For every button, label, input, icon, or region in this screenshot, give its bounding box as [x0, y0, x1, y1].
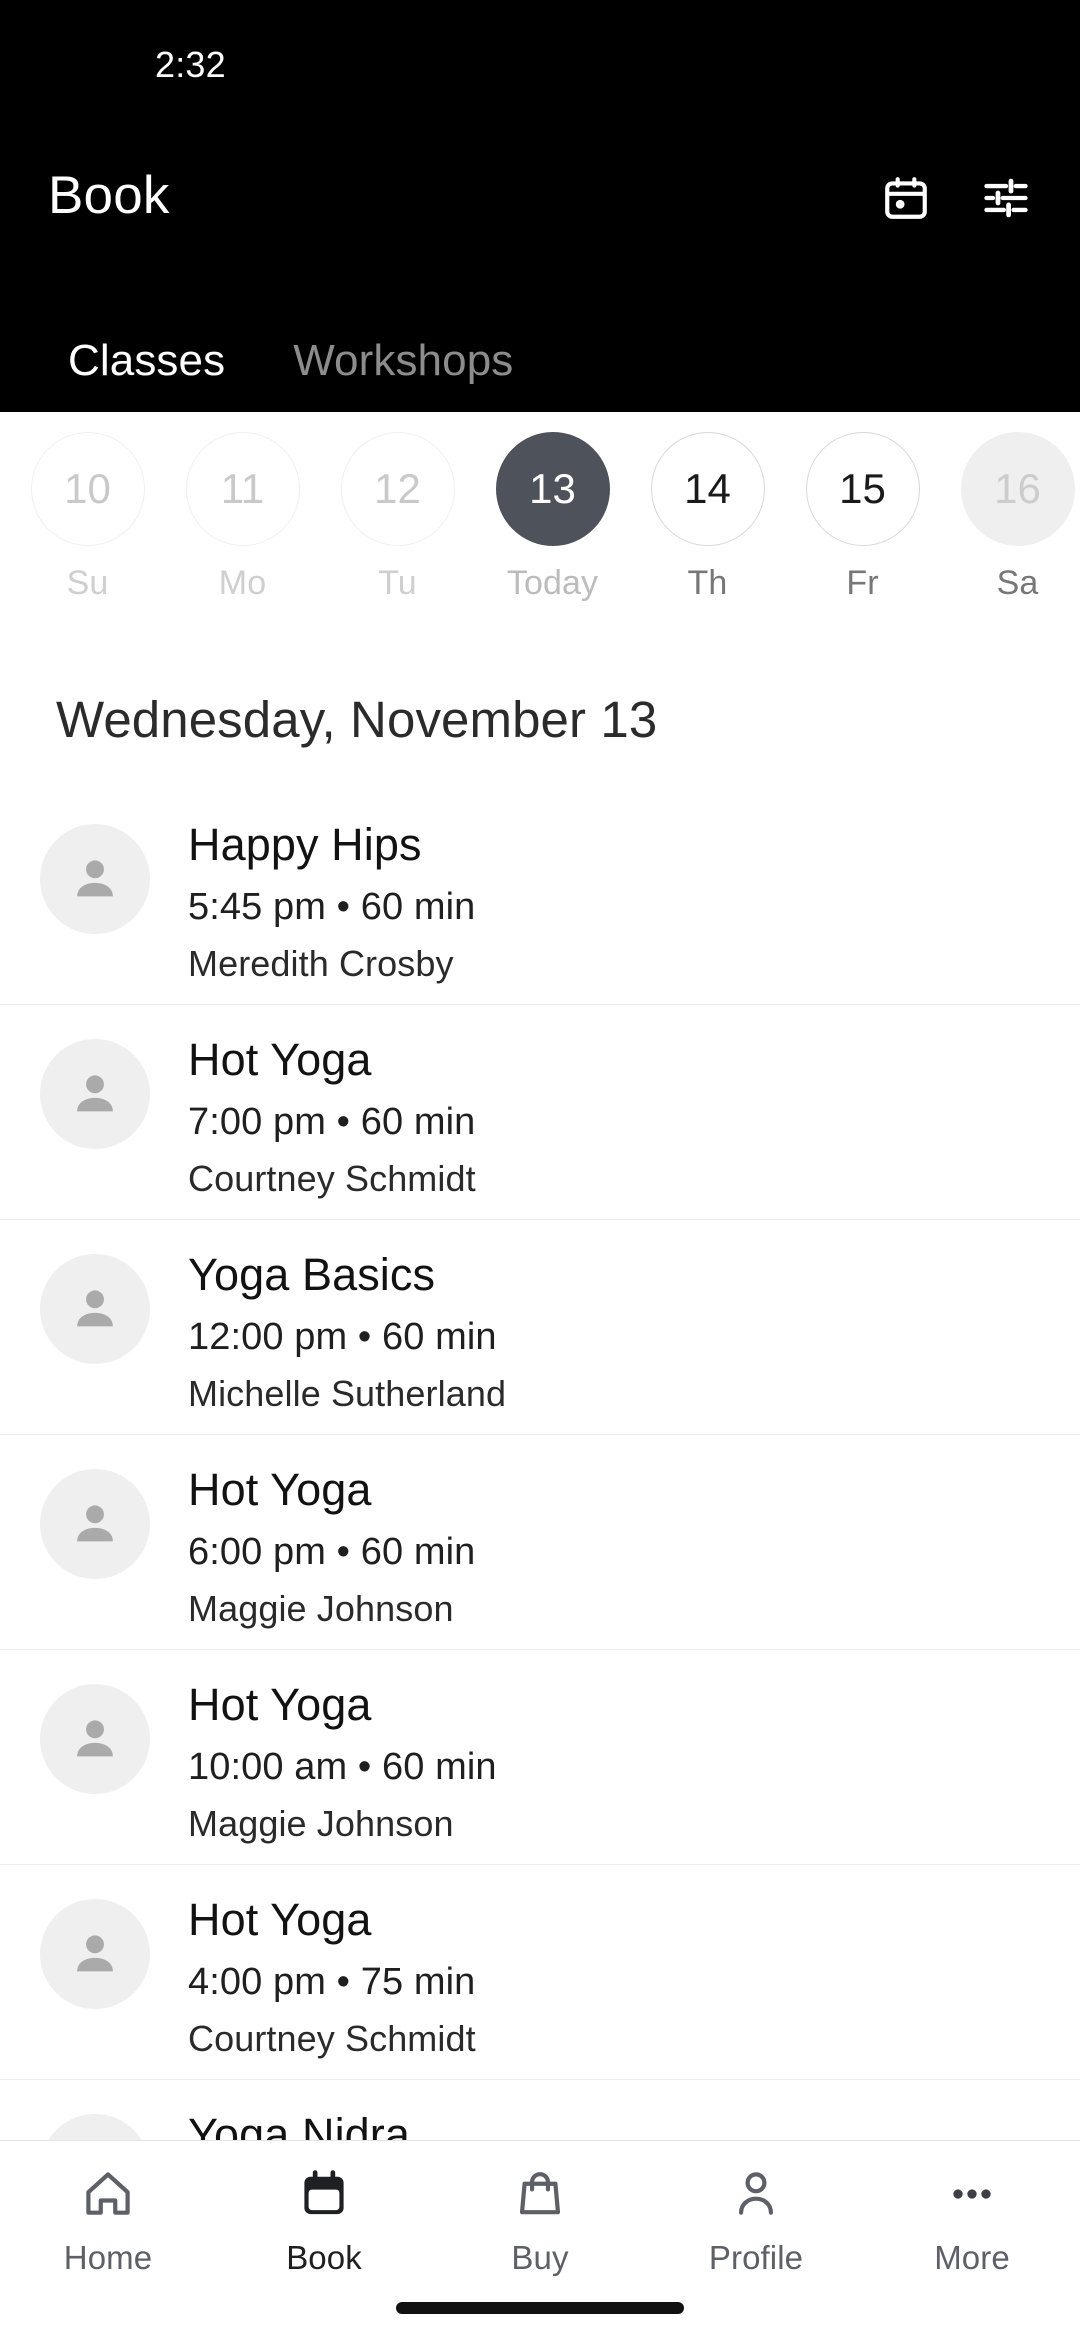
class-list-item[interactable]: Hot Yoga 4:00 pm • 75 min Courtney Schmi… — [0, 1865, 1080, 2080]
class-time: 12:00 pm • 60 min — [188, 1316, 497, 1359]
date-weekday-label: Today — [506, 564, 599, 602]
app-bar-actions — [878, 170, 1034, 226]
class-name: Hot Yoga — [188, 1894, 372, 1945]
date-strip-track: 10 Su 11 Mo 12 Tu 13 Today 14 Th 15 Fr 1… — [10, 432, 1080, 603]
class-instructor: Courtney Schmidt — [188, 2018, 476, 2060]
date-circle[interactable]: 11 — [185, 432, 300, 546]
class-instructor: Michelle Sutherland — [188, 1373, 507, 1415]
selected-day-heading: Wednesday, November 13 — [56, 691, 658, 748]
nav-label: Profile — [708, 2239, 804, 2276]
date-circle[interactable]: 14 — [650, 432, 765, 546]
instructor-avatar — [40, 824, 150, 934]
status-bar: 2:32 — [0, 0, 1080, 118]
status-bar-clock: 2:32 — [155, 44, 226, 85]
instructor-avatar — [40, 1469, 150, 1579]
bag-icon — [512, 2163, 568, 2225]
date-cell-11[interactable]: 11 Mo — [165, 432, 320, 603]
filter-icon[interactable] — [978, 170, 1034, 226]
class-details: Yoga Basics 12:00 pm • 60 min Michelle S… — [188, 1248, 506, 1415]
class-list[interactable]: Happy Hips 5:45 pm • 60 min Meredith Cro… — [0, 790, 1080, 2185]
date-cell-14[interactable]: 14 Th — [630, 432, 785, 603]
date-weekday-label: Th — [687, 564, 728, 602]
nav-label: Book — [286, 2239, 362, 2276]
date-weekday-label: Mo — [218, 564, 267, 602]
nav-label: More — [934, 2239, 1010, 2276]
date-circle[interactable]: 15 — [805, 432, 920, 546]
class-instructor: Meredith Crosby — [188, 943, 454, 985]
class-time: 4:00 pm • 75 min — [188, 1961, 476, 2004]
date-circle-selected[interactable]: 13 — [495, 432, 610, 546]
class-details: Hot Yoga 7:00 pm • 60 min Courtney Schmi… — [188, 1033, 476, 1200]
app-bar: 2:32 Book Classes Workshops — [0, 0, 1080, 412]
instructor-avatar — [40, 1254, 150, 1364]
class-details: Hot Yoga 4:00 pm • 75 min Courtney Schmi… — [188, 1893, 476, 2060]
class-details: Happy Hips 5:45 pm • 60 min Meredith Cro… — [188, 818, 475, 985]
class-instructor: Courtney Schmidt — [188, 1158, 476, 1200]
class-details: Hot Yoga 6:00 pm • 60 min Maggie Johnson — [188, 1463, 475, 1630]
nav-item-profile[interactable]: Profile — [648, 2163, 864, 2277]
class-time: 5:45 pm • 60 min — [188, 886, 476, 929]
class-name: Hot Yoga — [188, 1679, 372, 1730]
person-icon — [728, 2163, 784, 2225]
tab-bar: Classes Workshops — [0, 310, 1080, 412]
date-cell-13-selected[interactable]: 13 Today — [475, 432, 630, 603]
calendar-icon — [296, 2163, 352, 2225]
class-name: Hot Yoga — [188, 1034, 372, 1085]
class-name: Yoga Basics — [188, 1249, 436, 1300]
date-strip[interactable]: 10 Su 11 Mo 12 Tu 13 Today 14 Th 15 Fr 1… — [0, 412, 1080, 662]
home-indicator[interactable] — [396, 2302, 684, 2314]
date-weekday-label: Sa — [996, 564, 1039, 602]
date-cell-16[interactable]: 16 Sa — [940, 432, 1080, 603]
class-instructor: Maggie Johnson — [188, 1588, 454, 1630]
nav-item-buy[interactable]: Buy — [432, 2163, 648, 2277]
date-weekday-label: Su — [66, 564, 109, 602]
date-cell-10[interactable]: 10 Su — [10, 432, 165, 603]
more-icon — [944, 2163, 1000, 2225]
class-list-item[interactable]: Yoga Basics 12:00 pm • 60 min Michelle S… — [0, 1220, 1080, 1435]
class-time: 10:00 am • 60 min — [188, 1746, 497, 1789]
nav-label: Home — [63, 2239, 153, 2276]
date-cell-12[interactable]: 12 Tu — [320, 432, 475, 603]
date-circle[interactable]: 16 — [960, 432, 1075, 546]
app-screen: 2:32 Book Classes Workshops 10 Su 11 Mo … — [0, 0, 1080, 2340]
class-details: Hot Yoga 10:00 am • 60 min Maggie Johnso… — [188, 1678, 497, 1845]
home-icon — [80, 2163, 136, 2225]
date-circle[interactable]: 10 — [30, 432, 145, 546]
nav-label: Buy — [511, 2239, 569, 2276]
instructor-avatar — [40, 1899, 150, 2009]
class-list-item[interactable]: Hot Yoga 7:00 pm • 60 min Courtney Schmi… — [0, 1005, 1080, 1220]
class-time: 6:00 pm • 60 min — [188, 1531, 476, 1574]
calendar-picker-icon[interactable] — [878, 170, 934, 226]
class-time: 7:00 pm • 60 min — [188, 1101, 476, 1144]
tab-workshops[interactable]: Workshops — [259, 336, 547, 386]
nav-item-home[interactable]: Home — [0, 2163, 216, 2277]
tab-classes[interactable]: Classes — [34, 336, 259, 386]
class-list-item[interactable]: Happy Hips 5:45 pm • 60 min Meredith Cro… — [0, 790, 1080, 1005]
nav-item-more[interactable]: More — [864, 2163, 1080, 2277]
class-name: Happy Hips — [188, 819, 422, 870]
class-name: Hot Yoga — [188, 1464, 372, 1515]
instructor-avatar — [40, 1039, 150, 1149]
page-title: Book — [48, 166, 170, 225]
class-instructor: Maggie Johnson — [188, 1803, 454, 1845]
instructor-avatar — [40, 1684, 150, 1794]
date-cell-15[interactable]: 15 Fr — [785, 432, 940, 603]
class-list-item[interactable]: Hot Yoga 10:00 am • 60 min Maggie Johnso… — [0, 1650, 1080, 1865]
date-circle[interactable]: 12 — [340, 432, 455, 546]
date-weekday-label: Tu — [378, 564, 417, 602]
nav-item-book[interactable]: Book — [216, 2163, 432, 2277]
class-list-item[interactable]: Hot Yoga 6:00 pm • 60 min Maggie Johnson — [0, 1435, 1080, 1650]
date-weekday-label: Fr — [846, 564, 879, 602]
